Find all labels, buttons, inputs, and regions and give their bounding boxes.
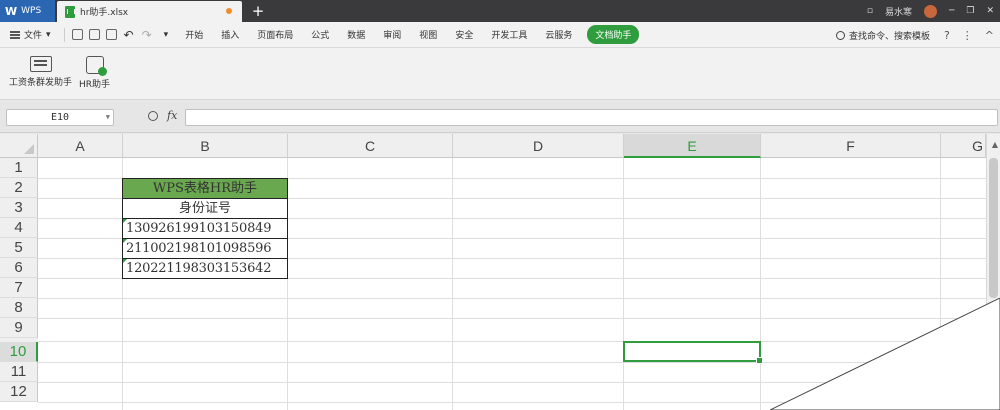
spreadsheet-grid[interactable]: A B C D E F G 1 2 3 4 5 6 7 8 9 10 11 12…: [0, 134, 1000, 410]
close-button[interactable]: ✕: [986, 6, 994, 16]
search-label: 查找命令、搜索模板: [848, 31, 930, 42]
scrollbar-thumb[interactable]: [989, 158, 998, 298]
wps-home-tab[interactable]: W WPS: [0, 0, 55, 22]
active-cell-e10[interactable]: [623, 341, 763, 364]
column-header-c[interactable]: C: [288, 134, 453, 158]
formula-input[interactable]: [185, 109, 998, 126]
avatar[interactable]: [923, 4, 937, 18]
row-header-5[interactable]: 5: [0, 238, 38, 258]
help-icon[interactable]: ?: [944, 29, 950, 42]
cell-b4-value: 130926199103150849: [126, 221, 272, 236]
unsaved-dot-icon: [226, 8, 232, 14]
undo-icon[interactable]: ↶: [124, 28, 134, 42]
row-header-7[interactable]: 7: [0, 278, 38, 298]
column-header-e[interactable]: E: [624, 134, 761, 158]
print-icon[interactable]: [88, 29, 100, 40]
search-icon: [835, 30, 845, 40]
hr-assistant-button[interactable]: HR助手: [79, 56, 110, 90]
payslip-icon: [29, 56, 52, 72]
cell-b5[interactable]: 211002198101098596: [122, 239, 288, 259]
new-tab-button[interactable]: +: [250, 0, 266, 22]
redo-icon[interactable]: ↷: [142, 28, 152, 42]
row-header-12[interactable]: 12: [0, 382, 38, 402]
wps-logo-icon: W: [5, 4, 18, 18]
column-header-a[interactable]: A: [38, 134, 123, 158]
formula-bar: E10 ▼ fx: [0, 101, 1000, 133]
restore-button[interactable]: ❐: [966, 6, 974, 16]
tab-cloud[interactable]: 云服务: [545, 28, 572, 41]
file-menu[interactable]: 文件 ▾: [10, 28, 51, 41]
tab-doc-assistant[interactable]: 文档助手: [587, 25, 640, 44]
collapse-ribbon-icon[interactable]: ^: [985, 29, 994, 42]
minimize-button[interactable]: ─: [949, 6, 954, 16]
row-header-4[interactable]: 4: [0, 218, 38, 238]
column-header-d[interactable]: D: [453, 134, 624, 158]
chevron-down-icon: ▾: [46, 29, 51, 40]
row-header-10[interactable]: 10: [0, 342, 38, 362]
gridline: [452, 158, 453, 410]
tab-formula[interactable]: 公式: [311, 28, 329, 41]
more-icon[interactable]: ⋮: [962, 29, 973, 42]
name-box-value: E10: [50, 112, 70, 123]
tab-data[interactable]: 数据: [347, 28, 365, 41]
row-header-11[interactable]: 11: [0, 362, 38, 382]
text-number-indicator-icon: [123, 219, 127, 223]
user-name[interactable]: 易水寒: [885, 5, 912, 18]
spreadsheet-file-icon: [65, 5, 75, 18]
cell-b4[interactable]: 130926199103150849: [122, 219, 288, 239]
select-all-corner[interactable]: [0, 134, 38, 158]
window-mode-icon[interactable]: ▫: [867, 6, 873, 16]
cell-b5-value: 211002198101098596: [126, 241, 272, 256]
column-header-f[interactable]: F: [761, 134, 941, 158]
payslip-assistant-button[interactable]: 工资条群发助手: [9, 56, 72, 88]
command-search[interactable]: 查找命令、搜索模板: [835, 22, 930, 48]
hr-assistant-icon: [85, 56, 107, 76]
row-header-2[interactable]: 2: [0, 178, 38, 198]
tab-review[interactable]: 审阅: [383, 28, 401, 41]
divider: [63, 27, 65, 42]
tab-page-layout[interactable]: 页面布局: [257, 28, 293, 41]
column-header-b[interactable]: B: [123, 134, 288, 158]
row-header-1[interactable]: 1: [0, 158, 38, 178]
row-header-3[interactable]: 3: [0, 198, 38, 218]
gridline: [623, 158, 624, 410]
tab-start[interactable]: 开始: [185, 28, 203, 41]
cell-b6[interactable]: 120221198303153642: [122, 259, 288, 279]
tab-view[interactable]: 视图: [419, 28, 437, 41]
title-bar: W WPS hr助手.xlsx + ▫ 易水寒 ─ ❐ ✕: [0, 0, 1000, 22]
column-header-g[interactable]: G: [941, 134, 986, 158]
row-header-8[interactable]: 8: [0, 298, 38, 318]
name-box[interactable]: E10 ▼: [6, 109, 114, 126]
print-preview-icon[interactable]: [105, 29, 117, 40]
row-header-6[interactable]: 6: [0, 258, 38, 278]
gridline: [760, 158, 761, 410]
cell-b2-title[interactable]: WPS表格HR助手: [122, 178, 288, 199]
file-menu-label: 文件: [24, 31, 43, 41]
scroll-up-icon[interactable]: ▲: [992, 140, 998, 149]
hamburger-icon: [10, 30, 20, 39]
wps-label: WPS: [21, 6, 42, 16]
row-header-9[interactable]: 9: [0, 318, 38, 338]
cell-b3-header[interactable]: 身份证号: [122, 199, 288, 219]
payslip-assistant-label: 工资条群发助手: [9, 78, 73, 88]
save-icon[interactable]: [71, 29, 83, 40]
text-number-indicator-icon: [123, 259, 127, 263]
tab-security[interactable]: 安全: [455, 28, 473, 41]
document-tab-label: hr助手.xlsx: [80, 8, 129, 18]
cell-b6-value: 120221198303153642: [126, 261, 272, 276]
zoom-icon[interactable]: [148, 111, 158, 121]
text-number-indicator-icon: [123, 239, 127, 243]
tab-insert[interactable]: 插入: [221, 28, 239, 41]
quick-access-more-icon[interactable]: ▾: [164, 30, 169, 40]
chevron-down-icon[interactable]: ▼: [106, 110, 110, 125]
row-header-gap: [0, 338, 38, 342]
menu-bar: 文件 ▾ ↶ ↷ ▾ 开始 插入 页面布局 公式 数据 审阅 视图 安全 开发工…: [0, 22, 1000, 48]
page-curl-overlay: [770, 298, 1000, 410]
ribbon: 工资条群发助手 HR助手: [0, 48, 1000, 100]
hr-assistant-label: HR助手: [79, 80, 111, 90]
function-icon[interactable]: fx: [167, 109, 177, 122]
tab-developer[interactable]: 开发工具: [491, 28, 527, 41]
document-tab[interactable]: hr助手.xlsx: [57, 1, 242, 22]
